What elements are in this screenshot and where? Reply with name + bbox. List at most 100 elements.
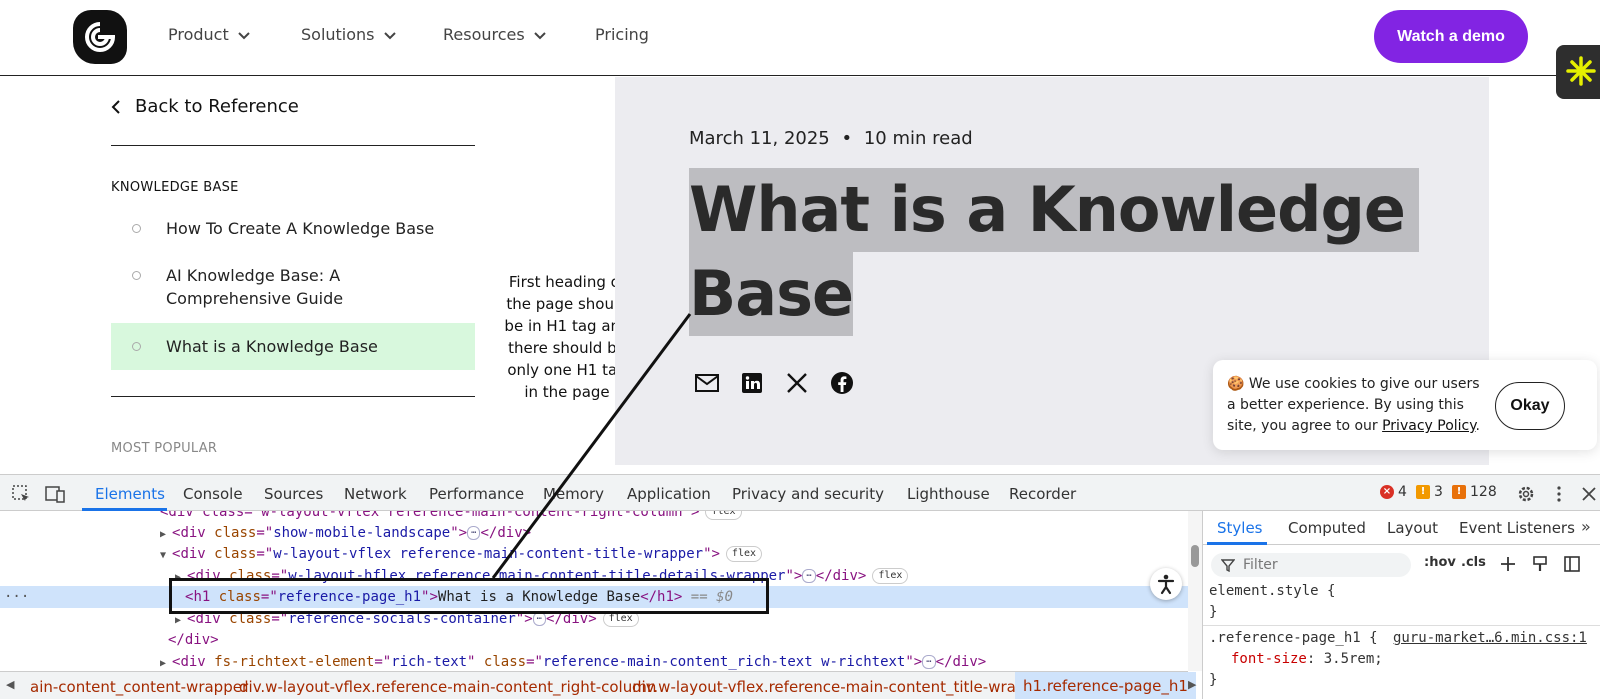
attr-name: fs-richtext-element [214, 654, 375, 670]
sidebar-item-ai-knowledge-base[interactable]: AI Knowledge Base: A Comprehensive Guide [111, 264, 475, 312]
rule-selector: .reference-page_h1 { [1209, 630, 1378, 646]
tab-recorder[interactable]: Recorder [1009, 485, 1076, 503]
breadcrumb-item[interactable]: ain-content_content-wrapper [30, 678, 248, 696]
closing-tag: </div> [935, 654, 987, 670]
cls-toggle[interactable]: .cls [1461, 555, 1486, 570]
toggle-sidebar-icon[interactable] [1563, 555, 1581, 573]
tab-lighthouse[interactable]: Lighthouse [907, 485, 990, 503]
nav-pricing[interactable]: Pricing [595, 25, 649, 44]
page-title-line-2: Base [689, 252, 854, 336]
privacy-policy-link[interactable]: Privacy Policy [1382, 418, 1475, 434]
attr-value: w-layout-vflex reference-main-content-ti… [273, 546, 704, 562]
page-title-line-1: What is a Knowledge [689, 168, 1419, 252]
paint-icon[interactable] [1531, 555, 1549, 573]
breadcrumb-item[interactable]: div.w-layout-vflex.reference-main-conten… [239, 678, 656, 696]
warning-count[interactable]: ! 3 [1416, 484, 1443, 500]
error-count[interactable]: × 4 [1380, 484, 1407, 500]
cookie-banner: 🍪 We use cookies to give our users a bet… [1213, 360, 1597, 450]
sidebar-item-how-to-create[interactable]: How To Create A Knowledge Base [111, 217, 475, 241]
flex-badge[interactable]: flex [705, 511, 742, 520]
watch-demo-button[interactable]: Watch a demo [1374, 10, 1528, 63]
active-tab-indicator [1207, 542, 1267, 545]
device-toolbar-icon[interactable] [44, 483, 66, 505]
dom-breadcrumbs: ◀ ain-content_content-wrapper div.w-layo… [0, 671, 1196, 699]
close-icon[interactable] [1578, 483, 1600, 505]
tab-layout[interactable]: Layout [1387, 519, 1438, 537]
filter-icon [1221, 559, 1235, 572]
mail-icon[interactable] [694, 370, 720, 396]
gear-icon[interactable] [1515, 483, 1537, 505]
styles-filter-input[interactable]: Filter [1211, 553, 1411, 577]
cookie-okay-button[interactable]: Okay [1495, 382, 1565, 430]
guru-logo[interactable] [73, 10, 127, 64]
ellipsis-badge[interactable]: ⋯ [802, 569, 816, 583]
annotation-highlight-box [169, 578, 769, 614]
extension-widget[interactable] [1556, 45, 1600, 99]
tab-sources[interactable]: Sources [264, 485, 323, 503]
breadcrumb-item-current[interactable]: h1.reference-page_h1 [1015, 672, 1196, 699]
accessibility-button[interactable] [1150, 568, 1182, 600]
tab-elements[interactable]: Elements [95, 485, 165, 503]
closing-tag: </div> [815, 568, 867, 584]
tab-network[interactable]: Network [344, 485, 407, 503]
more-tabs-icon[interactable]: » [1581, 517, 1591, 536]
knowledge-base-section-title: KNOWLEDGE BASE [111, 180, 239, 195]
nav-product-label: Product [168, 25, 229, 44]
scroll-right-icon[interactable]: ▶ [1188, 678, 1196, 691]
dom-line[interactable]: ▼ <div class="w-layout-vflex reference-ma… [0, 543, 1188, 565]
ellipsis-badge[interactable]: ⋯ [532, 612, 547, 626]
dom-scrollbar[interactable] [1188, 511, 1202, 671]
tag-name: div [180, 654, 206, 670]
styles-tabbar: Styles Computed Layout Event Listeners » [1203, 511, 1600, 545]
tab-privacy-security[interactable]: Privacy and security [732, 485, 884, 503]
attr-value: rich-text [391, 654, 468, 670]
rule-declaration[interactable]: font-size: 3.5rem; [1209, 649, 1383, 670]
divider [111, 145, 475, 146]
linkedin-icon[interactable] [739, 370, 765, 396]
tab-application[interactable]: Application [627, 485, 711, 503]
cookie-text: 🍪 We use cookies to give our users a bet… [1227, 374, 1485, 437]
facebook-icon[interactable] [829, 370, 855, 396]
devtools-tabbar: Elements Console Sources Network Perform… [0, 475, 1600, 511]
scrollbar-thumb[interactable] [1191, 545, 1199, 567]
ellipsis-badge[interactable]: ⋯ [922, 655, 936, 669]
dom-line[interactable]: ▶ <div fs-richtext-element="rich-text" cl… [0, 651, 1188, 671]
kebab-menu-icon[interactable] [1548, 483, 1570, 505]
stylesheet-source-link[interactable]: guru-market…6.min.css:1 [1393, 630, 1587, 646]
collapse-triangle-icon[interactable]: ▼ [160, 545, 172, 567]
reference-page-h1-rule[interactable]: .reference-page_h1 { font-size: 3.5rem; … [1209, 628, 1383, 691]
flex-badge[interactable]: flex [872, 568, 909, 584]
nav-solutions[interactable]: Solutions [301, 25, 397, 44]
expand-triangle-icon[interactable]: ▶ [160, 653, 172, 671]
article-read-time: 10 min read [863, 128, 973, 149]
meta-separator: • [841, 128, 853, 149]
add-rule-icon[interactable] [1499, 555, 1517, 573]
scroll-left-icon[interactable]: ◀ [6, 678, 14, 691]
sidebar-item-label: AI Knowledge Base: A Comprehensive Guide [166, 266, 344, 308]
tab-event-listeners[interactable]: Event Listeners [1459, 519, 1575, 537]
inspect-element-icon[interactable] [10, 483, 32, 505]
tab-memory[interactable]: Memory [543, 485, 604, 503]
breadcrumb-item[interactable]: div.w-layout-vflex.reference-main-conten… [632, 678, 1050, 696]
closing-tag: </div> [480, 525, 532, 541]
tab-styles[interactable]: Styles [1217, 519, 1263, 537]
tab-computed[interactable]: Computed [1288, 519, 1366, 537]
element-style-rule[interactable]: element.style { } [1209, 581, 1335, 623]
annotation-note: First heading of the page should be in H… [504, 273, 630, 401]
sidebar-item-what-is-kb[interactable]: What is a Knowledge Base [111, 323, 475, 370]
nav-product[interactable]: Product [168, 25, 251, 44]
chevron-down-icon [238, 31, 250, 39]
tab-performance[interactable]: Performance [429, 485, 524, 503]
dom-line[interactable]: </div> [0, 629, 1188, 651]
property-name: font-size [1231, 651, 1307, 667]
ellipsis-badge[interactable]: ⋯ [467, 526, 481, 540]
more-actions-icon[interactable]: ··· [4, 586, 29, 608]
issues-count[interactable]: ! 128 [1452, 484, 1497, 500]
back-to-reference-link[interactable]: Back to Reference [111, 96, 299, 117]
hov-toggle[interactable]: :hov [1424, 555, 1456, 570]
nav-resources[interactable]: Resources [443, 25, 547, 44]
flex-badge[interactable]: flex [725, 546, 763, 562]
x-icon[interactable] [784, 370, 810, 396]
dom-line[interactable]: ▶ <div class="show-mobile-landscape"> ⋯ </d… [0, 522, 1188, 544]
tab-console[interactable]: Console [183, 485, 243, 503]
